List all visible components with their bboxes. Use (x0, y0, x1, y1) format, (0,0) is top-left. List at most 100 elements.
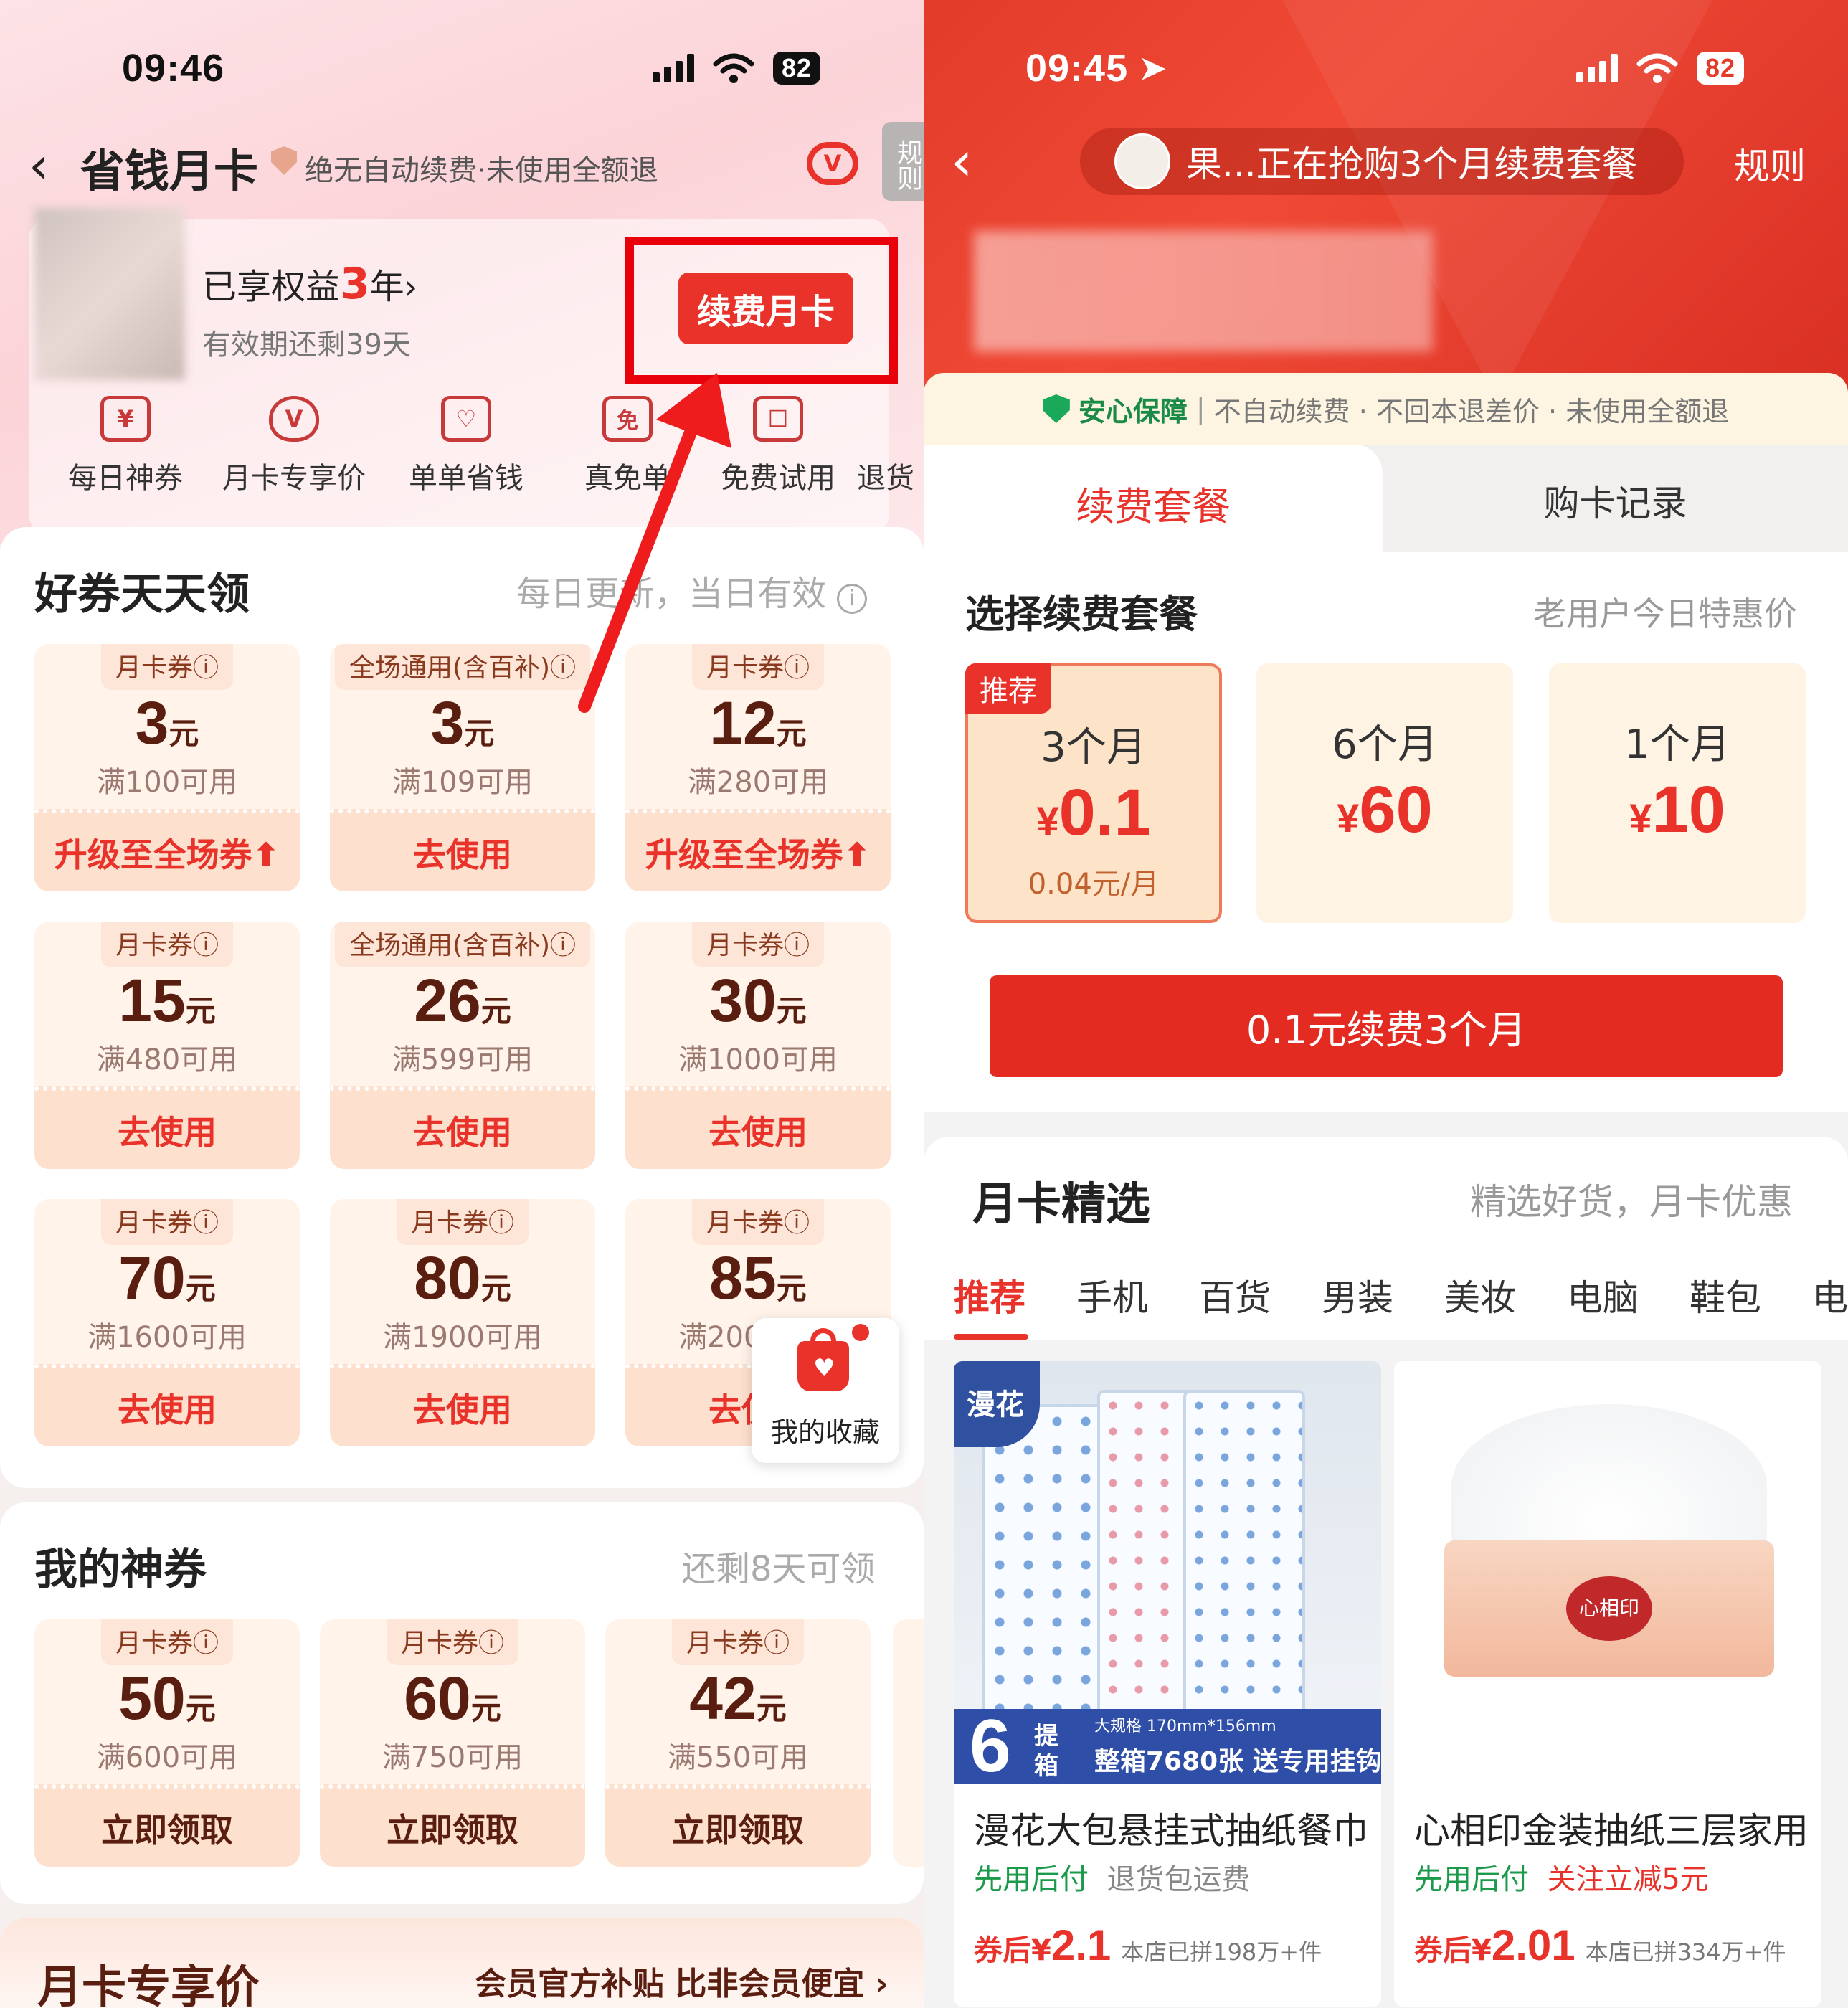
package-months: 3个月 (1041, 724, 1147, 771)
package-months: 1个月 (1624, 721, 1730, 768)
upgrade-coupon-button[interactable]: 升级至全场券⬆ (34, 809, 300, 891)
extra-tag: 关注立减5元 (1547, 1863, 1709, 1896)
coupon-card: 月卡券ⓘ 30元满1000可用去使用 (625, 922, 891, 1169)
package-3-months[interactable]: 推荐 3个月 ¥0.1 0.04元/月 (965, 663, 1222, 923)
coupon-value: 15 (118, 967, 186, 1034)
coupon-amount: 80元 (330, 1244, 595, 1313)
product-price: 券后¥2.1 本店已拼198万+件 (974, 1921, 1322, 1970)
category-tab[interactable]: 百货 (1199, 1269, 1322, 1321)
category-tab[interactable]: 男装 (1322, 1269, 1444, 1321)
shield-check-icon (1042, 394, 1070, 423)
category-tab[interactable]: 手机 (1076, 1269, 1199, 1321)
coupon-value: 60 (404, 1664, 471, 1732)
claim-coupon-button[interactable]: 立即领取 (320, 1784, 585, 1867)
use-coupon-button[interactable]: 去使用 (330, 809, 595, 891)
coupon-tag: 月卡券ⓘ (671, 1619, 805, 1665)
use-coupon-button[interactable]: 去使用 (330, 1364, 595, 1446)
coupon-amount: 85元 (625, 1244, 891, 1313)
picks-note: 精选好货，月卡优惠 (1470, 1181, 1793, 1223)
status-icons: 82 (1576, 29, 1745, 108)
coupon-condition: 满1600可用 (87, 1321, 247, 1354)
use-coupon-button[interactable]: 去使用 (330, 1086, 595, 1169)
guarantee-bar: 安心保障 | 不自动续费 · 不回本退差价 · 未使用全额退 (924, 373, 1848, 445)
favorites-bag-icon: ♥ (797, 1328, 849, 1391)
renew-cta-button[interactable]: 0.1元续费3个月 (990, 975, 1783, 1077)
coupon-amount: 50元 (34, 1664, 300, 1733)
coupon-card: 月卡券ⓘ 50元满600可用立即领取 (34, 1619, 300, 1867)
category-tab[interactable]: 美妆 (1444, 1269, 1567, 1321)
coupon-tag: 月卡券ⓘ (691, 1199, 825, 1245)
exclusive-note[interactable]: 会员官方补贴 比非会员便宜 › (475, 1958, 889, 2004)
rules-link[interactable]: 规则 (1734, 138, 1806, 189)
coupon-condition: 满480可用 (96, 1043, 238, 1076)
favorites-float[interactable]: ♥ 我的收藏 (752, 1318, 899, 1463)
coupon-amount: 26元 (330, 966, 595, 1036)
extra-tag: 退货包运费 (1107, 1863, 1251, 1896)
brand-logo: 心相印 (1566, 1576, 1652, 1641)
promo-text: 整箱7680张 送专用挂钩 (1094, 1747, 1381, 1776)
currency: ¥ (1036, 798, 1059, 843)
mine-title: 我的神券 (34, 1545, 207, 1595)
claim-coupon-button[interactable]: 立即领取 (605, 1784, 871, 1867)
annotation-arrow (578, 373, 731, 713)
product-image: 漫花 6 提 箱 大规格 170mm*156mm 整箱7680张 送专用挂钩 (954, 1361, 1381, 1784)
guarantee-label: 安心保障 (1078, 395, 1188, 427)
coupon-condition: 满1000可用 (678, 1043, 838, 1076)
package-1-month[interactable]: 1个月 ¥10 (1549, 663, 1806, 923)
location-arrow-icon: ➤ (1139, 50, 1167, 86)
coupon-value: 30 (709, 967, 777, 1034)
category-tab[interactable]: 推荐 (954, 1269, 1076, 1321)
coupon-unit: 元 (185, 1271, 216, 1305)
guarantee-text: 不自动续费 · 不回本退差价 · 未使用全额退 (1213, 395, 1730, 427)
sold-count: 本店已拼334万+件 (1585, 1938, 1786, 1966)
coupon-card: 月卡券ⓘ 80元满1900可用去使用 (330, 1199, 595, 1446)
price-prefix: 券后¥ (974, 1934, 1051, 1967)
price-value: 10 (1652, 773, 1725, 846)
promo-number: 6 (970, 1705, 1011, 1784)
coupon-unit: 元 (776, 994, 807, 1028)
coupon-card: 全场通用(含百补)ⓘ 26元 满599可用 去使用 (330, 922, 595, 1169)
coupon-card: 月卡券ⓘ 70元 满1600可用 去使用 (34, 1199, 300, 1446)
coupon-tag: 月卡券ⓘ (691, 922, 825, 967)
coupon-condition: 满750可用 (382, 1741, 523, 1774)
coupon-unit: 元 (480, 1271, 511, 1305)
category-tab[interactable]: 鞋包 (1690, 1269, 1812, 1321)
coupon-unit: 元 (185, 994, 216, 1028)
coupon-condition: 满1900可用 (383, 1321, 542, 1354)
use-coupon-button[interactable]: 去使用 (34, 1364, 300, 1446)
notification-dot (852, 1324, 869, 1341)
tab-label: 续费套餐 (1076, 484, 1231, 529)
use-coupon-button[interactable]: 去使用 (625, 1086, 891, 1169)
product-card-2[interactable]: 心相印 心相印金装抽纸三层家用 先用后付 关注立减5元 券后¥2.01 本店已拼… (1394, 1361, 1821, 2007)
package-per-month: 0.04元/月 (1028, 868, 1160, 901)
coupon-tag: 月卡券ⓘ (386, 1619, 519, 1665)
blurred-banner (974, 231, 1433, 351)
status-time-text: 09:45 (1025, 47, 1129, 90)
left-screen: 09:46 82 ‹ 省钱月卡 绝无自动续费·未使用全额退 V 规则 已享权益 … (0, 0, 924, 2008)
coupon-value: 70 (118, 1244, 186, 1312)
coupon-tag: 月卡券ⓘ (396, 1199, 529, 1245)
pay-later-tag: 先用后付 (1414, 1863, 1529, 1896)
product-card-1[interactable]: 漫花 6 提 箱 大规格 170mm*156mm 整箱7680张 送专用挂钩 漫… (954, 1361, 1381, 2007)
battery-icon: 82 (1697, 52, 1745, 85)
coupon-tag: 月卡券ⓘ (100, 1619, 234, 1665)
package-6-months[interactable]: 6个月 ¥60 (1256, 663, 1513, 923)
use-coupon-button[interactable]: 去使用 (34, 1086, 300, 1169)
category-tab[interactable]: 电 (1812, 1269, 1848, 1321)
ticker-text: 果...正在抢购3个月续费套餐 (1186, 143, 1638, 185)
tab-renew-package[interactable]: 续费套餐 (924, 445, 1383, 552)
coupon-condition: 满599可用 (392, 1043, 534, 1076)
coupon-condition: 满600可用 (96, 1741, 238, 1774)
upgrade-coupon-button[interactable]: 升级至全场券⬆ (625, 809, 891, 891)
tab-purchase-history[interactable]: 购卡记录 (1383, 445, 1848, 552)
claim-coupon-button[interactable]: 立即领取 (34, 1784, 300, 1867)
coupon-card: 月卡券ⓘ 42元 满550可用 立即领取 (605, 1619, 871, 1867)
back-icon[interactable]: ‹ (951, 129, 972, 193)
sold-count: 本店已拼198万+件 (1121, 1938, 1322, 1966)
brand-badge: 漫花 (954, 1361, 1040, 1447)
currency: ¥ (1337, 795, 1360, 840)
price-value: 2.1 (1051, 1921, 1112, 1969)
category-tab[interactable]: 电脑 (1567, 1269, 1690, 1321)
coupon-card: 月卡券ⓘ 15元 满480可用 去使用 (34, 922, 300, 1169)
wifi-icon (1636, 53, 1678, 83)
